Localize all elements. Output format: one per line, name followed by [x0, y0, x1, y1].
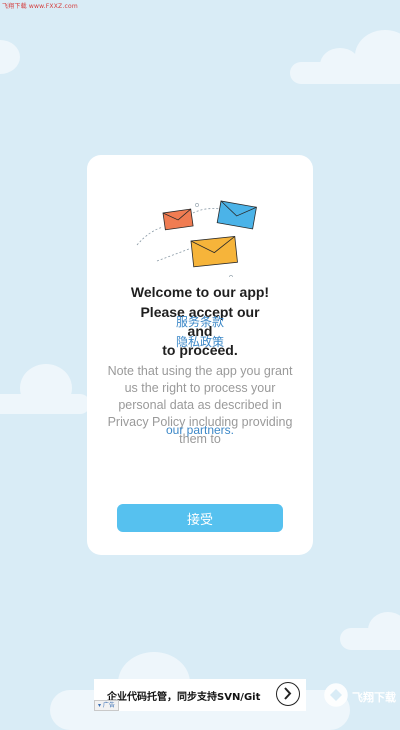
- consent-dialog: Welcome to our app! Please accept our 服务…: [87, 155, 313, 555]
- fxxz-logo-icon: 飞翔下载: [324, 683, 396, 707]
- partners-link[interactable]: our partners.: [87, 423, 313, 437]
- ad-text: 企业代码托管，同步支持SVN/Git: [107, 692, 261, 703]
- top-watermark: 飞翔下载 www.FXXZ.com: [2, 3, 78, 10]
- accept-button[interactable]: 接受: [117, 504, 283, 532]
- svg-text:飞翔下载: 飞翔下载: [352, 690, 396, 704]
- proceed-text: to proceed.: [162, 342, 238, 358]
- ad-banner[interactable]: 企业代码托管，同步支持SVN/Git ▾ 广告: [94, 679, 306, 711]
- welcome-heading: Welcome to our app!: [130, 284, 270, 300]
- chevron-right-circle-icon[interactable]: [276, 682, 300, 706]
- ad-label[interactable]: ▾ 广告: [94, 700, 119, 711]
- flying-envelopes-icon: [136, 200, 257, 277]
